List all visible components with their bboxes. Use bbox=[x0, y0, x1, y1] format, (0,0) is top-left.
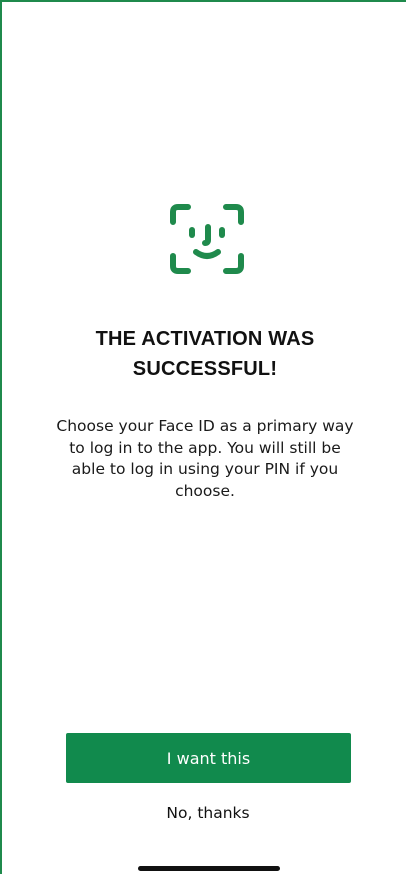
home-indicator bbox=[138, 866, 280, 871]
face-id-activation-screen: THE ACTIVATION WAS SUCCESSFUL! Choose yo… bbox=[0, 0, 406, 874]
i-want-this-button[interactable]: I want this bbox=[66, 733, 351, 783]
page-title: THE ACTIVATION WAS SUCCESSFUL! bbox=[95, 328, 315, 380]
no-thanks-button[interactable]: No, thanks bbox=[102, 800, 314, 826]
face-id-icon bbox=[170, 204, 244, 274]
description-text: Choose your Face ID as a primary way to … bbox=[56, 417, 354, 500]
